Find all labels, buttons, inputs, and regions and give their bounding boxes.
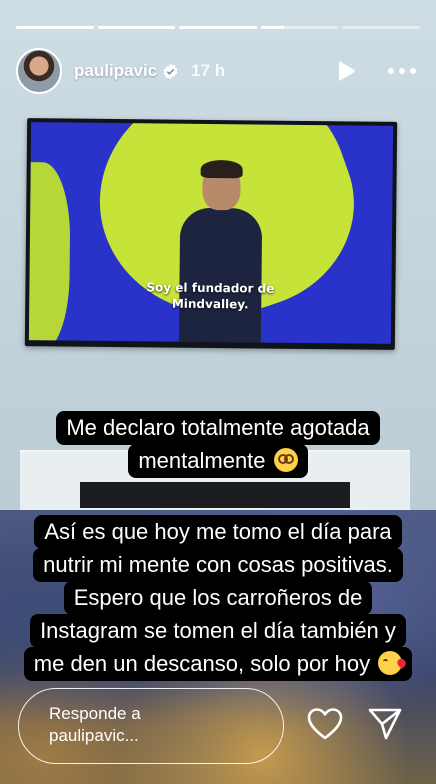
caption-line: me den un descanso, solo por hoy [23, 647, 413, 681]
caption-line-text: mentalmente [138, 448, 266, 473]
progress-fill [260, 26, 285, 29]
play-icon[interactable] [334, 59, 358, 83]
caption-line: mentalmente [128, 444, 308, 478]
kiss-face-emoji-icon [378, 651, 403, 675]
progress-fill [97, 26, 176, 29]
television: Soy el fundador de Mindvalley. [24, 118, 398, 350]
verified-badge-icon [162, 63, 179, 80]
heart-icon[interactable] [306, 706, 344, 742]
caption-text-1: Me declaro totalmente agotada mentalment… [0, 411, 436, 478]
avatar[interactable] [16, 48, 62, 94]
progress-segment [16, 26, 94, 29]
progress-segment [260, 26, 339, 29]
tv-screen: Soy el fundador de Mindvalley. [28, 122, 394, 344]
progress-segment [97, 26, 176, 29]
caption-line: Me declaro totalmente agotada [56, 411, 380, 445]
post-time: 17 h [191, 61, 226, 80]
progress-fill [16, 26, 94, 29]
speaker-figure [178, 159, 263, 344]
more-options-icon[interactable] [384, 59, 420, 83]
progress-segment [342, 26, 420, 29]
reply-placeholder: Responde a paulipavic... [49, 704, 141, 745]
story-header: paulipavic 17 h [16, 46, 420, 96]
caption-line: Espero que los carroñeros de [63, 581, 373, 615]
username[interactable]: paulipavic [74, 61, 157, 81]
tv-subtitle: Soy el fundador de Mindvalley. [146, 280, 275, 312]
progress-segment [179, 26, 257, 29]
caption-line: Así es que hoy me tomo el día para [34, 515, 402, 549]
reply-input[interactable]: Responde a paulipavic... [18, 688, 284, 764]
caption-line-text: me den un descanso, solo por hoy [33, 651, 371, 676]
send-icon[interactable] [366, 706, 404, 742]
caption-text-2: Así es que hoy me tomo el día para nutri… [0, 515, 436, 681]
dizzy-face-emoji-icon [273, 448, 298, 472]
story-viewer[interactable]: Soy el fundador de Mindvalley. paulipavi… [0, 0, 436, 784]
caption-line: Instagram se tomen el día también y [30, 614, 406, 648]
story-progress-bar [16, 26, 420, 29]
progress-fill [179, 26, 257, 29]
caption-line: nutrir mi mente con cosas positivas. [33, 548, 403, 582]
